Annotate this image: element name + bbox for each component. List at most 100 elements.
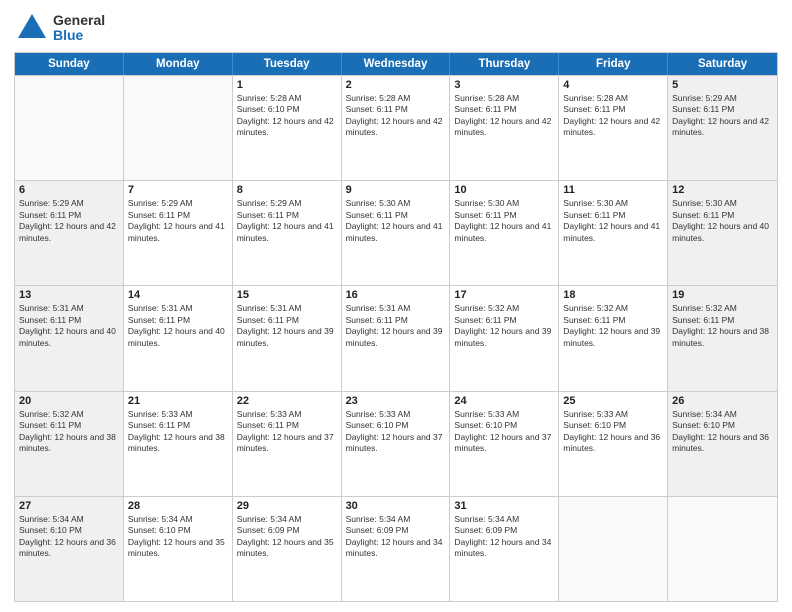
day-cell-18: 18 Sunrise: 5:32 AM Sunset: 6:11 PM Dayli… [559, 286, 668, 390]
day-cell-7: 7Sunrise: 5:29 AM Sunset: 6:11 PM Daylig… [124, 181, 233, 285]
day-cell-24: 24 Sunrise: 5:33 AM Sunset: 6:10 PM Dayli… [450, 392, 559, 496]
cell-info: Sunrise: 5:29 AM Sunset: 6:11 PM Dayligh… [128, 198, 228, 244]
day-number: 8 [237, 184, 337, 196]
cell-info: Sunrise: 5:34 AM Sunset: 6:09 PM Dayligh… [237, 514, 337, 560]
cell-info: Sunrise: 5:32 AM Sunset: 6:11 PM Dayligh… [563, 303, 663, 349]
day-number: 13 [19, 289, 119, 301]
cell-info: Sunrise: 5:32 AM Sunset: 6:11 PM Dayligh… [454, 303, 554, 349]
cell-info: Sunrise: 5:29 AM Sunset: 6:11 PM Dayligh… [19, 198, 119, 244]
day-number: 30 [346, 500, 446, 512]
day-number: 12 [672, 184, 773, 196]
day-number: 22 [237, 395, 337, 407]
day-cell-13: 13 Sunrise: 5:31 AM Sunset: 6:11 PM Dayli… [15, 286, 124, 390]
day-cell-6: 6 Sunrise: 5:29 AM Sunset: 6:11 PM Daylig… [15, 181, 124, 285]
cell-info: Sunrise: 5:33 AM Sunset: 6:10 PM Dayligh… [454, 409, 554, 455]
day-cell-14: 14 Sunrise: 5:31 AM Sunset: 6:11 PM Dayli… [124, 286, 233, 390]
day-number: 26 [672, 395, 773, 407]
day-number: 14 [128, 289, 228, 301]
day-cell-19: 19 Sunrise: 5:32 AM Sunset: 6:11 PM Dayli… [668, 286, 777, 390]
calendar-body: 1 Sunrise: 5:28 AM Sunset: 6:10 PM Daylig… [15, 75, 777, 601]
day-number: 19 [672, 289, 773, 301]
cell-info: Sunrise: 5:34 AM Sunset: 6:09 PM Dayligh… [454, 514, 554, 560]
day-cell-21: 21 Sunrise: 5:33 AM Sunset: 6:11 PM Dayli… [124, 392, 233, 496]
logo: GeneralBlue [14, 10, 105, 46]
cell-info: Sunrise: 5:30 AM Sunset: 6:11 PM Dayligh… [454, 198, 554, 244]
day-number: 6 [19, 184, 119, 196]
day-number: 11 [563, 184, 663, 196]
day-cell-15: 15 Sunrise: 5:31 AM Sunset: 6:11 PM Dayli… [233, 286, 342, 390]
day-number: 27 [19, 500, 119, 512]
week-row-3: 13 Sunrise: 5:31 AM Sunset: 6:11 PM Dayli… [15, 285, 777, 390]
day-cell-26: 26 Sunrise: 5:34 AM Sunset: 6:10 PM Dayli… [668, 392, 777, 496]
cell-info: Sunrise: 5:29 AM Sunset: 6:11 PM Dayligh… [237, 198, 337, 244]
week-row-4: 20 Sunrise: 5:32 AM Sunset: 6:11 PM Dayli… [15, 391, 777, 496]
cell-info: Sunrise: 5:34 AM Sunset: 6:10 PM Dayligh… [672, 409, 773, 455]
week-row-2: 6 Sunrise: 5:29 AM Sunset: 6:11 PM Daylig… [15, 180, 777, 285]
calendar-header: SundayMondayTuesdayWednesdayThursdayFrid… [15, 53, 777, 75]
cell-info: Sunrise: 5:30 AM Sunset: 6:11 PM Dayligh… [346, 198, 446, 244]
cell-info: Sunrise: 5:31 AM Sunset: 6:11 PM Dayligh… [237, 303, 337, 349]
day-number: 10 [454, 184, 554, 196]
cell-info: Sunrise: 5:32 AM Sunset: 6:11 PM Dayligh… [19, 409, 119, 455]
day-number: 28 [128, 500, 228, 512]
header-cell-sunday: Sunday [15, 53, 124, 75]
empty-cell [15, 76, 124, 180]
day-number: 20 [19, 395, 119, 407]
cell-info: Sunrise: 5:30 AM Sunset: 6:11 PM Dayligh… [672, 198, 773, 244]
day-cell-12: 12 Sunrise: 5:30 AM Sunset: 6:11 PM Dayli… [668, 181, 777, 285]
day-cell-17: 17Sunrise: 5:32 AM Sunset: 6:11 PM Dayli… [450, 286, 559, 390]
cell-info: Sunrise: 5:29 AM Sunset: 6:11 PM Dayligh… [672, 93, 773, 139]
header-cell-friday: Friday [559, 53, 668, 75]
day-number: 5 [672, 79, 773, 91]
header-cell-tuesday: Tuesday [233, 53, 342, 75]
cell-info: Sunrise: 5:31 AM Sunset: 6:11 PM Dayligh… [346, 303, 446, 349]
cell-info: Sunrise: 5:33 AM Sunset: 6:10 PM Dayligh… [346, 409, 446, 455]
logo-general-text: GeneralBlue [53, 13, 105, 44]
day-cell-8: 8 Sunrise: 5:29 AM Sunset: 6:11 PM Daylig… [233, 181, 342, 285]
cell-info: Sunrise: 5:28 AM Sunset: 6:10 PM Dayligh… [237, 93, 337, 139]
day-cell-2: 2 Sunrise: 5:28 AM Sunset: 6:11 PM Daylig… [342, 76, 451, 180]
day-number: 21 [128, 395, 228, 407]
day-number: 15 [237, 289, 337, 301]
day-cell-10: 10 Sunrise: 5:30 AM Sunset: 6:11 PM Dayli… [450, 181, 559, 285]
cell-info: Sunrise: 5:33 AM Sunset: 6:10 PM Dayligh… [563, 409, 663, 455]
empty-cell [124, 76, 233, 180]
day-cell-9: 9 Sunrise: 5:30 AM Sunset: 6:11 PM Daylig… [342, 181, 451, 285]
week-row-5: 27Sunrise: 5:34 AM Sunset: 6:10 PM Dayli… [15, 496, 777, 601]
day-cell-29: 29Sunrise: 5:34 AM Sunset: 6:09 PM Dayli… [233, 497, 342, 601]
day-number: 9 [346, 184, 446, 196]
day-number: 31 [454, 500, 554, 512]
day-cell-20: 20 Sunrise: 5:32 AM Sunset: 6:11 PM Dayli… [15, 392, 124, 496]
day-cell-23: 23Sunrise: 5:33 AM Sunset: 6:10 PM Dayli… [342, 392, 451, 496]
day-cell-27: 27Sunrise: 5:34 AM Sunset: 6:10 PM Dayli… [15, 497, 124, 601]
day-cell-16: 16 Sunrise: 5:31 AM Sunset: 6:11 PM Dayli… [342, 286, 451, 390]
header-cell-wednesday: Wednesday [342, 53, 451, 75]
day-cell-22: 22 Sunrise: 5:33 AM Sunset: 6:11 PM Dayli… [233, 392, 342, 496]
cell-info: Sunrise: 5:33 AM Sunset: 6:11 PM Dayligh… [237, 409, 337, 455]
page: GeneralBlue SundayMondayTuesdayWednesday… [0, 0, 792, 612]
cell-info: Sunrise: 5:31 AM Sunset: 6:11 PM Dayligh… [19, 303, 119, 349]
day-number: 3 [454, 79, 554, 91]
header-cell-monday: Monday [124, 53, 233, 75]
cell-info: Sunrise: 5:30 AM Sunset: 6:11 PM Dayligh… [563, 198, 663, 244]
day-number: 16 [346, 289, 446, 301]
day-number: 24 [454, 395, 554, 407]
header-cell-thursday: Thursday [450, 53, 559, 75]
day-number: 25 [563, 395, 663, 407]
day-cell-31: 31 Sunrise: 5:34 AM Sunset: 6:09 PM Dayli… [450, 497, 559, 601]
day-cell-3: 3Sunrise: 5:28 AM Sunset: 6:11 PM Daylig… [450, 76, 559, 180]
day-number: 18 [563, 289, 663, 301]
cell-info: Sunrise: 5:34 AM Sunset: 6:09 PM Dayligh… [346, 514, 446, 560]
cell-info: Sunrise: 5:33 AM Sunset: 6:11 PM Dayligh… [128, 409, 228, 455]
day-number: 1 [237, 79, 337, 91]
day-cell-25: 25 Sunrise: 5:33 AM Sunset: 6:10 PM Dayli… [559, 392, 668, 496]
week-row-1: 1 Sunrise: 5:28 AM Sunset: 6:10 PM Daylig… [15, 75, 777, 180]
day-number: 2 [346, 79, 446, 91]
empty-cell [668, 497, 777, 601]
cell-info: Sunrise: 5:31 AM Sunset: 6:11 PM Dayligh… [128, 303, 228, 349]
day-cell-28: 28Sunrise: 5:34 AM Sunset: 6:10 PM Dayli… [124, 497, 233, 601]
cell-info: Sunrise: 5:32 AM Sunset: 6:11 PM Dayligh… [672, 303, 773, 349]
header: GeneralBlue [14, 10, 778, 46]
cell-info: Sunrise: 5:28 AM Sunset: 6:11 PM Dayligh… [346, 93, 446, 139]
day-cell-11: 11 Sunrise: 5:30 AM Sunset: 6:11 PM Dayli… [559, 181, 668, 285]
